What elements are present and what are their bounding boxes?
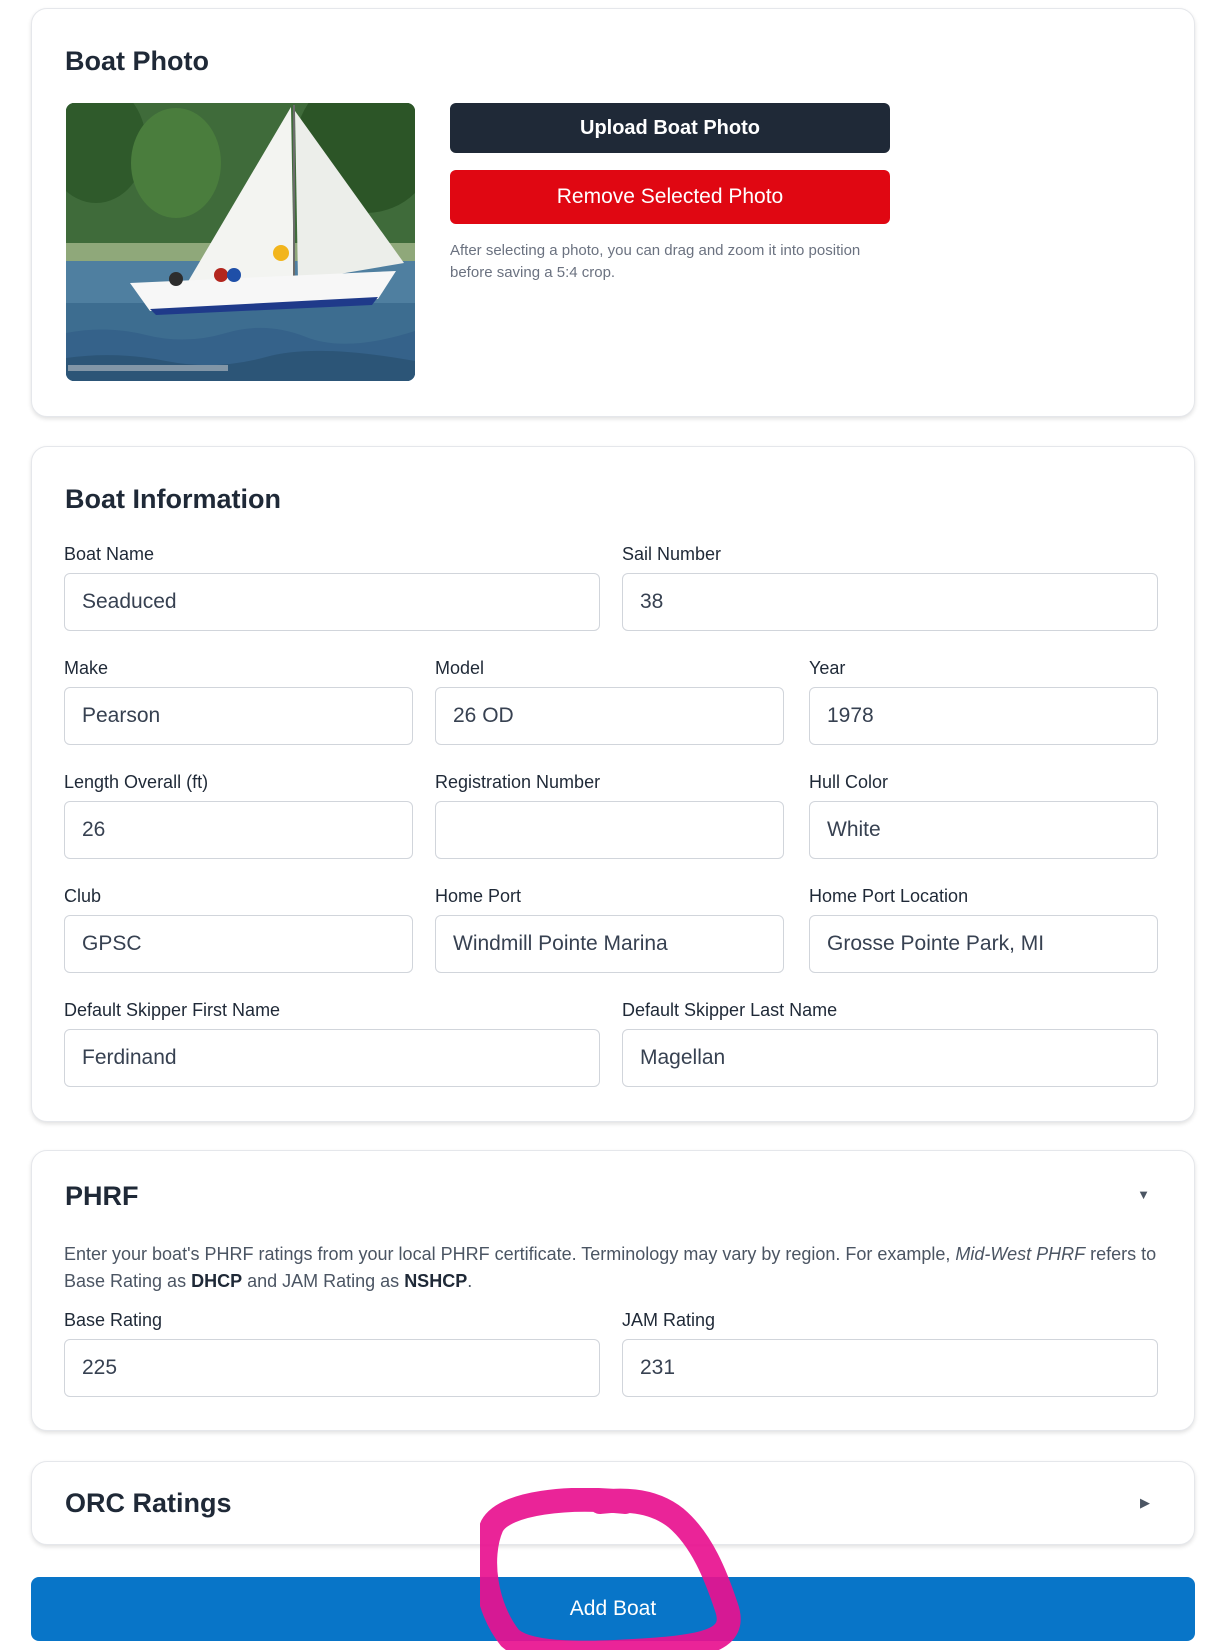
registration-number-input[interactable] xyxy=(435,801,784,859)
chevron-right-icon[interactable]: ▶ xyxy=(1140,1495,1150,1511)
registration-number-field: Registration Number xyxy=(435,771,784,859)
home-port-location-label: Home Port Location xyxy=(809,886,969,906)
phrf-desc-term: NSHCP xyxy=(404,1271,468,1291)
boat-name-label: Boat Name xyxy=(64,544,155,564)
skipper-last-name-input[interactable] xyxy=(622,1029,1158,1087)
year-label: Year xyxy=(809,658,846,678)
jam-rating-input[interactable] xyxy=(622,1339,1158,1397)
registration-number-label: Registration Number xyxy=(435,772,601,792)
upload-boat-photo-button[interactable]: Upload Boat Photo xyxy=(450,103,890,153)
home-port-location-field: Home Port Location xyxy=(809,885,1158,973)
home-port-input[interactable] xyxy=(435,915,784,973)
hull-color-field: Hull Color xyxy=(809,771,1158,859)
add-boat-button[interactable]: Add Boat xyxy=(31,1577,1195,1641)
base-rating-field: Base Rating xyxy=(64,1309,600,1397)
skipper-first-name-field: Default Skipper First Name xyxy=(64,999,600,1087)
length-overall-label: Length Overall (ft) xyxy=(64,772,209,792)
sail-number-field: Sail Number xyxy=(622,543,1158,631)
club-label: Club xyxy=(64,886,102,906)
orc-ratings-card: ORC Ratings ▶ xyxy=(31,1461,1195,1545)
sailboat-photo xyxy=(66,103,415,381)
photo-help-text: After selecting a photo, you can drag an… xyxy=(450,242,861,281)
home-port-field: Home Port xyxy=(435,885,784,973)
phrf-card: PHRF ▼ Enter your boat's PHRF ratings fr… xyxy=(31,1150,1195,1431)
base-rating-input[interactable] xyxy=(64,1339,600,1397)
length-overall-field: Length Overall (ft) xyxy=(64,771,413,859)
year-input[interactable] xyxy=(809,687,1158,745)
sail-number-label: Sail Number xyxy=(622,544,722,564)
skipper-first-name-label: Default Skipper First Name xyxy=(64,1000,281,1020)
boat-photo-title: Boat Photo xyxy=(65,46,209,76)
boat-name-input[interactable] xyxy=(64,573,600,631)
boat-photo-preview[interactable] xyxy=(66,103,415,381)
jam-rating-field: JAM Rating xyxy=(622,1309,1158,1397)
make-label: Make xyxy=(64,658,109,678)
boat-information-title: Boat Information xyxy=(65,484,281,514)
hull-color-input[interactable] xyxy=(809,801,1158,859)
skipper-last-name-field: Default Skipper Last Name xyxy=(622,999,1158,1087)
remove-selected-photo-button[interactable]: Remove Selected Photo xyxy=(450,170,890,224)
base-rating-label: Base Rating xyxy=(64,1310,163,1330)
home-port-label: Home Port xyxy=(435,886,522,906)
model-input[interactable] xyxy=(435,687,784,745)
club-field: Club xyxy=(64,885,413,973)
boat-name-field: Boat Name xyxy=(64,543,600,631)
skipper-first-name-input[interactable] xyxy=(64,1029,600,1087)
sail-number-input[interactable] xyxy=(622,573,1158,631)
home-port-location-input[interactable] xyxy=(809,915,1158,973)
boat-photo-card: Boat Photo Upload Boat Photo Remove Sele… xyxy=(31,8,1195,417)
phrf-desc-text: . xyxy=(467,1271,473,1291)
length-overall-input[interactable] xyxy=(64,801,413,859)
phrf-desc-text: and JAM Rating as xyxy=(242,1271,405,1291)
chevron-down-icon[interactable]: ▼ xyxy=(1137,1187,1150,1202)
year-field: Year xyxy=(809,657,1158,745)
phrf-desc-region: Mid-West PHRF xyxy=(955,1244,1086,1264)
skipper-last-name-label: Default Skipper Last Name xyxy=(622,1000,838,1020)
make-field: Make xyxy=(64,657,413,745)
model-label: Model xyxy=(435,658,485,678)
add-boat-page: Boat Photo Upload Boat Photo Remove Sele… xyxy=(0,0,1214,1650)
orc-ratings-title[interactable]: ORC Ratings xyxy=(65,1488,232,1519)
phrf-desc-term: DHCP xyxy=(191,1271,243,1291)
hull-color-label: Hull Color xyxy=(809,772,889,792)
make-input[interactable] xyxy=(64,687,413,745)
model-field: Model xyxy=(435,657,784,745)
phrf-desc-text: Enter your boat's PHRF ratings from your… xyxy=(64,1244,956,1264)
boat-information-card: Boat Information Boat Name Sail Number M… xyxy=(31,446,1195,1122)
phrf-description: Enter your boat's PHRF ratings from your… xyxy=(64,1241,1164,1295)
phrf-title[interactable]: PHRF xyxy=(65,1181,139,1212)
jam-rating-label: JAM Rating xyxy=(622,1310,716,1330)
club-input[interactable] xyxy=(64,915,413,973)
